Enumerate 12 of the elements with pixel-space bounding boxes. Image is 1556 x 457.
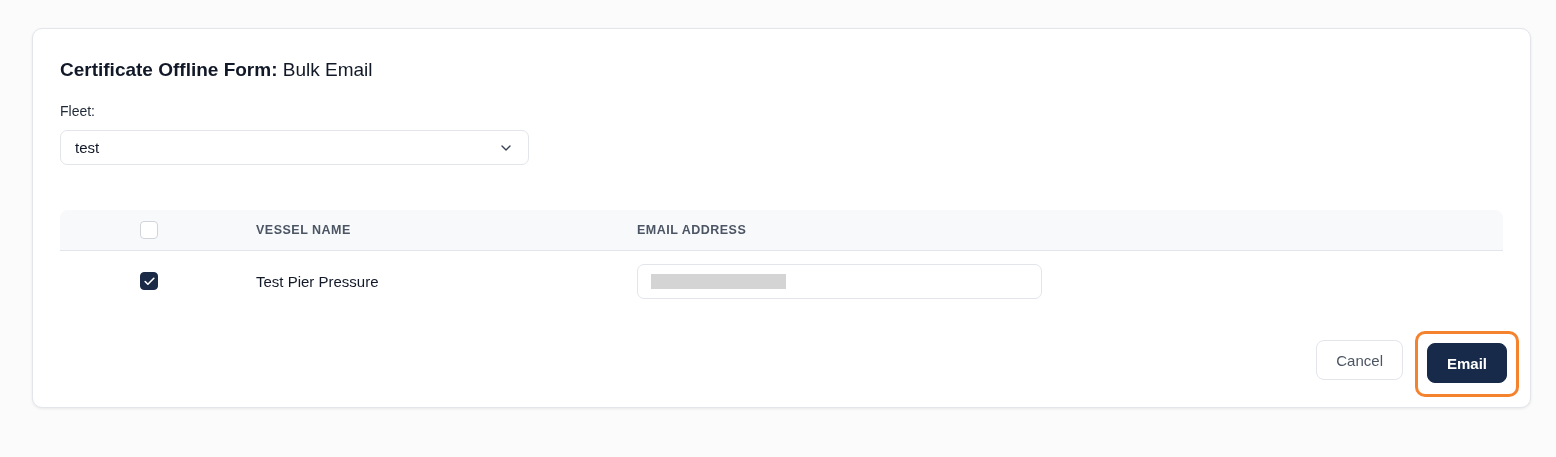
email-field[interactable] [637, 263, 1042, 299]
select-all-checkbox[interactable] [140, 221, 158, 239]
column-header: EMAIL ADDRESS [637, 223, 748, 237]
check-icon [142, 274, 156, 288]
fleet-label: Fleet: [60, 103, 96, 119]
row-checkbox[interactable] [140, 272, 158, 290]
cancel-button[interactable]: Cancel [1316, 340, 1403, 380]
column-header: VESSEL NAME [256, 223, 352, 237]
email-button[interactable]: Email [1426, 343, 1507, 383]
vessel-name: Test Pier Pressure [256, 272, 380, 290]
form-title: Certificate Offline Form: Bulk Email [60, 59, 374, 81]
fleet-select[interactable]: test [60, 130, 529, 165]
